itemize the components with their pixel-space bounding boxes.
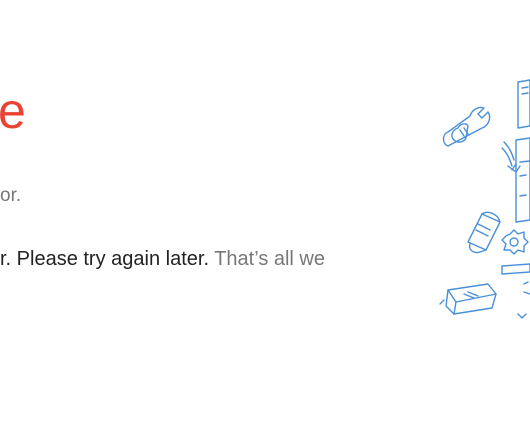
error-status-text: or. xyxy=(0,185,22,206)
error-message: r. Please try again later. That’s all we xyxy=(0,246,325,272)
logo-fragment: e xyxy=(0,83,26,139)
error-message-primary: r. Please try again later. xyxy=(0,248,210,270)
broken-robot-illustration-icon xyxy=(439,79,530,319)
error-message-secondary: That’s all we xyxy=(209,248,326,270)
